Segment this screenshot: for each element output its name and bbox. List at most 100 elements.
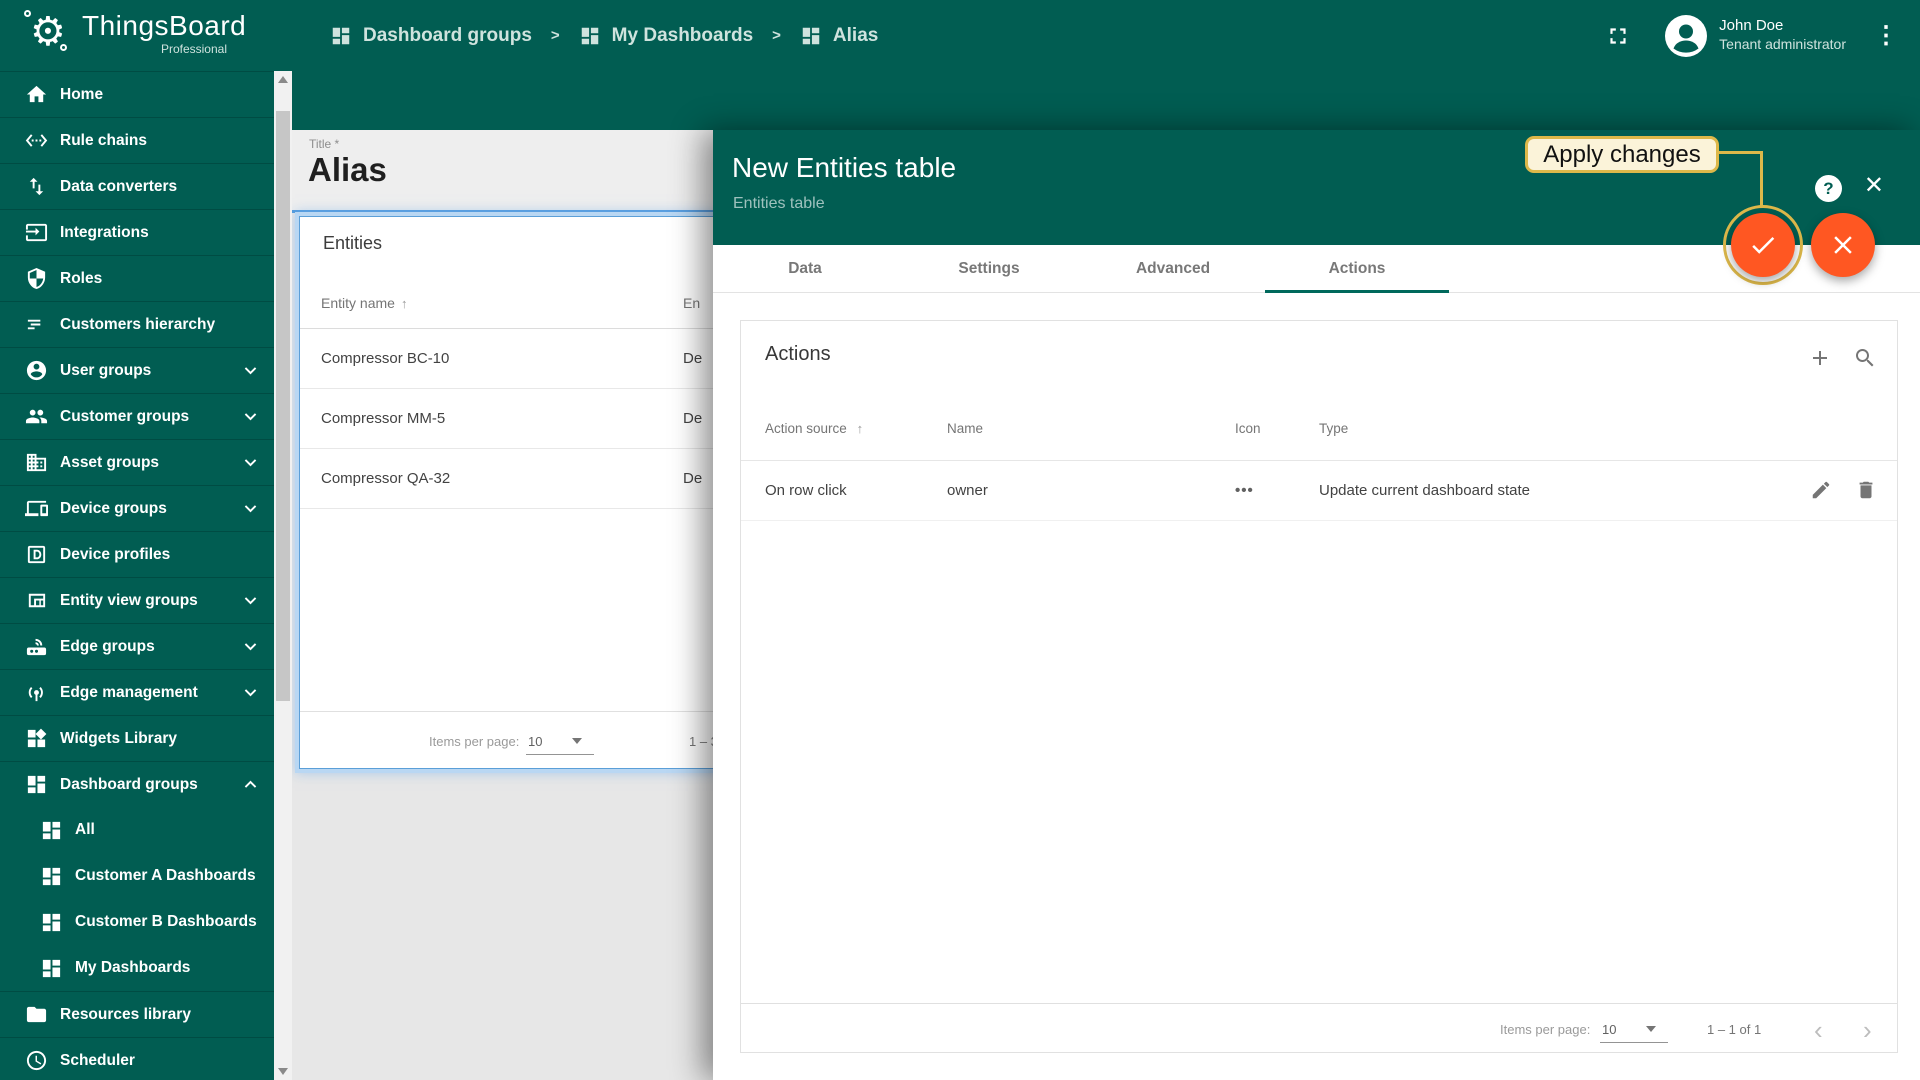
widgets-icon <box>25 727 48 750</box>
actions-card-title: Actions <box>765 343 831 366</box>
items-per-page-label: Items per page: <box>429 734 519 749</box>
hierarchy-icon <box>25 313 48 336</box>
more-horiz-icon: ••• <box>1235 482 1254 499</box>
sidebar-item-widgets-library[interactable]: Widgets Library <box>0 715 274 761</box>
apply-changes-callout: Apply changes <box>1525 136 1719 173</box>
edge-management-icon <box>25 681 48 704</box>
entity-name-cell: Compressor QA-32 <box>321 470 450 487</box>
actions-table-header: Action source ↑ Name Icon Type <box>741 401 1897 461</box>
entity-type-cell: De <box>683 470 702 487</box>
sidebar-item-roles[interactable]: Roles <box>0 255 274 301</box>
topbar-right: John Doe Tenant administrator ⋮ <box>1605 15 1920 57</box>
fullscreen-icon[interactable] <box>1605 23 1631 49</box>
dialog-title: New Entities table <box>732 152 956 184</box>
sidebar-item-user-groups[interactable]: User groups <box>0 347 274 393</box>
select-underline <box>526 754 594 755</box>
sidebar-item-device-groups[interactable]: Device groups <box>0 485 274 531</box>
select-underline <box>1600 1042 1668 1043</box>
sidebar-item-scheduler[interactable]: Scheduler <box>0 1037 274 1080</box>
sidebar-item-my-dashboards[interactable]: My Dashboards <box>0 945 274 991</box>
breadcrumb-dashboard-groups[interactable]: Dashboard groups <box>330 25 532 47</box>
dropdown-caret-icon[interactable] <box>572 738 582 744</box>
actions-paginator: Items per page: 10 1 – 1 of 1 ‹ › <box>741 1003 1897 1053</box>
sidebar-item-rule-chains[interactable]: Rule chains <box>0 117 274 163</box>
dashboard-title-field[interactable]: Title * Alias <box>292 130 713 213</box>
folder-icon <box>25 1003 48 1026</box>
apply-changes-button[interactable] <box>1731 213 1795 277</box>
sidebar-item-customers-hierarchy[interactable]: Customers hierarchy <box>0 301 274 347</box>
sidebar-item-customer-groups[interactable]: Customer groups <box>0 393 274 439</box>
scrollbar-thumb[interactable] <box>276 111 290 701</box>
dashboard-icon <box>330 25 352 47</box>
table-row[interactable]: Compressor QA-32 De <box>300 449 715 509</box>
scroll-down-icon[interactable] <box>278 1068 288 1075</box>
roles-icon <box>25 267 48 290</box>
table-row[interactable]: Compressor MM-5 De <box>300 389 715 449</box>
help-icon[interactable]: ? <box>1815 175 1842 202</box>
sidebar-item-asset-groups[interactable]: Asset groups <box>0 439 274 485</box>
sidebar-item-home[interactable]: Home <box>0 71 274 117</box>
app-name: ThingsBoard <box>82 10 246 42</box>
dashboard-icon <box>800 25 822 47</box>
entity-name-cell: Compressor BC-10 <box>321 350 449 367</box>
device-profiles-icon <box>25 543 48 566</box>
next-page-icon[interactable]: › <box>1863 1017 1872 1043</box>
tab-settings[interactable]: Settings <box>897 245 1081 292</box>
user-block[interactable]: John Doe Tenant administrator <box>1719 17 1846 53</box>
edge-groups-icon <box>25 635 48 658</box>
tab-actions[interactable]: Actions <box>1265 245 1449 292</box>
more-vert-icon[interactable]: ⋮ <box>1874 24 1898 48</box>
sidebar-item-customer-a-dashboards[interactable]: Customer A Dashboards <box>0 853 274 899</box>
thingsboard-app: Dashboard groups > My Dashboards > Alias… <box>0 0 1920 1080</box>
app-logo[interactable]: ⚙ ThingsBoard Professional <box>0 0 292 71</box>
chevron-down-icon <box>239 635 262 658</box>
column-type: Type <box>1319 421 1348 436</box>
sidebar-item-edge-groups[interactable]: Edge groups <box>0 623 274 669</box>
entity-type-cell: De <box>683 350 702 367</box>
tab-advanced[interactable]: Advanced <box>1081 245 1265 292</box>
sidebar-item-edge-management[interactable]: Edge management <box>0 669 274 715</box>
sidebar-item-entity-view-groups[interactable]: Entity view groups <box>0 577 274 623</box>
column-entity-name: Entity name <box>321 295 395 311</box>
paginator-range: 1 – 1 of 1 <box>1707 1022 1761 1037</box>
widget-paginator: Items per page: 10 1 – 3 of 3 <box>300 711 715 769</box>
breadcrumb-label: Dashboard groups <box>363 25 532 47</box>
action-table-row[interactable]: On row click owner ••• Update current da… <box>741 461 1897 521</box>
app-edition: Professional <box>82 42 227 56</box>
page-size-select[interactable]: 10 <box>1602 1022 1616 1037</box>
breadcrumb-separator: > <box>772 27 781 44</box>
sidebar-menu: Home Rule chains Data converters Integra… <box>0 71 274 1080</box>
clock-icon <box>25 1049 48 1072</box>
dropdown-caret-icon[interactable] <box>1646 1026 1656 1032</box>
edit-pencil-icon[interactable] <box>1810 479 1832 501</box>
previous-page-icon[interactable]: ‹ <box>1814 1017 1823 1043</box>
entities-widget[interactable]: Entities Entity name↑ En Compressor BC-1… <box>299 216 716 769</box>
action-type-cell: Update current dashboard state <box>1319 482 1530 499</box>
logo-node-icon <box>24 10 31 17</box>
cancel-changes-button[interactable] <box>1811 213 1875 277</box>
title-field-value[interactable]: Alias <box>308 151 387 189</box>
active-tab-indicator <box>1265 290 1449 293</box>
tab-data[interactable]: Data <box>713 245 897 292</box>
sidebar-item-device-profiles[interactable]: Device profiles <box>0 531 274 577</box>
sidebar-item-dashboard-groups[interactable]: Dashboard groups <box>0 761 274 807</box>
scroll-up-icon[interactable] <box>278 76 288 83</box>
sidebar-item-resources-library[interactable]: Resources library <box>0 991 274 1037</box>
chevron-down-icon <box>239 405 262 428</box>
sidebar-item-data-converters[interactable]: Data converters <box>0 163 274 209</box>
sidebar-scrollbar[interactable] <box>274 71 292 1080</box>
entity-name-cell: Compressor MM-5 <box>321 410 445 427</box>
close-icon[interactable]: ✕ <box>1864 174 1884 198</box>
sidebar-item-customer-b-dashboards[interactable]: Customer B Dashboards <box>0 899 274 945</box>
avatar[interactable] <box>1665 15 1707 57</box>
page-size-select[interactable]: 10 <box>528 734 542 749</box>
chevron-down-icon <box>239 681 262 704</box>
table-row[interactable]: Compressor BC-10 De <box>300 329 715 389</box>
search-icon[interactable] <box>1853 346 1877 370</box>
delete-trash-icon[interactable] <box>1855 479 1877 501</box>
breadcrumb-alias[interactable]: Alias <box>800 25 878 47</box>
sidebar-item-all[interactable]: All <box>0 807 274 853</box>
breadcrumb-my-dashboards[interactable]: My Dashboards <box>579 25 753 47</box>
add-action-icon[interactable] <box>1808 346 1832 370</box>
sidebar-item-integrations[interactable]: Integrations <box>0 209 274 255</box>
